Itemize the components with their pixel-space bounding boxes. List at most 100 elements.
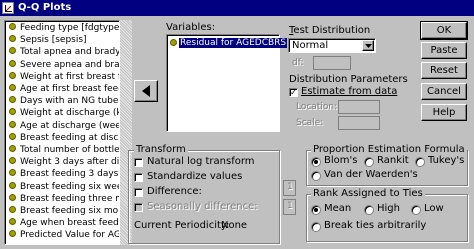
estimate-from-data-label: Estimate from data [301, 86, 398, 97]
source-list-item[interactable]: Age at discharge (wee [9, 120, 120, 132]
scale-variable-icon [9, 96, 16, 104]
source-list-item-label: Sepsis [sepsis] [20, 35, 87, 46]
source-list-item[interactable]: Total apnea and brady [9, 47, 120, 58]
scale-variable-icon [9, 84, 16, 91]
source-list-item-label: Weight at discharge (k [20, 108, 120, 119]
tukeys-radio[interactable] [415, 157, 425, 167]
variables-label: Variables: [166, 22, 216, 33]
seasonal-difference-field[interactable]: 1 [283, 199, 296, 215]
scale-variable-icon [9, 230, 16, 238]
transform-label: Transform [134, 144, 188, 155]
break-ties-radio[interactable] [311, 222, 321, 232]
rankit-radio[interactable] [364, 157, 374, 167]
scale-variable-icon [9, 23, 16, 30]
source-list-item[interactable]: Breast feeding six wee [9, 181, 120, 193]
difference-field[interactable]: 1 [283, 180, 296, 196]
move-variable-button[interactable] [134, 80, 158, 102]
difference-checkbox[interactable] [134, 188, 143, 197]
high-label: High [377, 203, 400, 214]
source-list-item-label: Age at first breast feed [20, 84, 120, 94]
chart-icon [2, 2, 14, 14]
variables-list[interactable]: Residual for AGEDCBRS [166, 34, 288, 132]
distribution-select[interactable]: Normal [288, 38, 376, 53]
source-list-item[interactable]: Total number of bottles [9, 145, 120, 156]
source-list-item-label: Days with an NG tube [ [20, 96, 120, 107]
help-button[interactable]: Help [421, 104, 467, 121]
periodicity-value: None [221, 220, 248, 231]
seasonal-difference-label: Seasonally difference: [147, 201, 258, 212]
reset-button[interactable]: Reset [421, 62, 467, 79]
source-list-item[interactable]: Days with an NG tube [ [9, 96, 120, 107]
rankit-label: Rankit [377, 155, 409, 166]
source-list-item[interactable]: Weight at discharge (k [9, 108, 120, 119]
estimate-from-data-checkbox[interactable]: ✓ [289, 88, 298, 97]
title-bar: Q-Q Plots [0, 0, 474, 16]
natural-log-checkbox[interactable] [134, 158, 143, 167]
source-list-item[interactable]: Weight at first breast fe [9, 71, 120, 83]
scale-label: Scale: [296, 118, 324, 128]
low-label: Low [424, 203, 444, 214]
source-list-item[interactable]: Sepsis [sepsis] [9, 35, 87, 46]
source-list-item[interactable]: Feeding type [fdgtype] [9, 23, 120, 34]
scale-variable-icon [9, 35, 16, 43]
source-list-item-label: Feeding type [fdgtype] [20, 23, 120, 33]
scale-variable-icon [9, 145, 16, 152]
source-list-item-label: Breast feeding six wee [20, 181, 120, 192]
test-distribution-label: Test Distribution [289, 25, 371, 36]
van-der-waerdens-radio[interactable] [311, 171, 321, 181]
source-list-item-label: Total apnea and brady [20, 47, 120, 58]
scale-variable-icon [9, 71, 16, 79]
chevron-down-icon[interactable] [362, 40, 374, 51]
scale-variable-icon [9, 120, 16, 128]
ok-button[interactable]: OK [420, 21, 468, 40]
source-list-item-label: Age at discharge (wee [20, 120, 120, 131]
source-list-item[interactable]: Age at first breast feed [9, 84, 120, 95]
scale-field[interactable] [338, 116, 380, 130]
mean-radio[interactable] [311, 205, 321, 215]
high-radio[interactable] [364, 205, 374, 215]
distribution-select-value: Normal [292, 40, 329, 51]
standardize-checkbox[interactable] [134, 173, 143, 182]
location-label: Location: [296, 102, 338, 112]
bloms-radio[interactable] [311, 157, 321, 167]
scale-variable-icon [9, 181, 16, 189]
source-list-item[interactable]: Breast feeding 3 days [9, 169, 118, 180]
scale-variable-icon [9, 108, 16, 116]
left-arrow-icon [142, 85, 150, 97]
break-ties-label: Break ties arbitrarily [324, 220, 427, 231]
low-radio[interactable] [411, 205, 421, 215]
scale-variable-icon [9, 47, 16, 55]
scale-variable-icon [170, 39, 177, 46]
source-list-item-label: Total number of bottles [20, 145, 120, 155]
source-list-item-label: Breast feeding 3 days [20, 169, 119, 180]
source-list-item[interactable]: Predicted Value for AG [9, 230, 120, 241]
source-list-item-label: Predicted Value for AG [20, 230, 120, 241]
source-list-item-label: Weight at first breast fe [20, 71, 120, 82]
source-list-item-label: Breast feeding at disc [20, 132, 119, 143]
source-list-item[interactable]: Breast feeding three m [9, 193, 120, 205]
variables-list-item[interactable]: Residual for AGEDCBRS [170, 38, 288, 49]
source-list-item[interactable]: Breast feeding at disc [9, 132, 119, 144]
cancel-button[interactable]: Cancel [421, 83, 467, 100]
scale-variable-icon [9, 132, 16, 140]
rank-ties-label: Rank Assigned to Ties [311, 188, 425, 199]
scale-variable-icon [9, 206, 16, 213]
source-list-item-label: Breast feeding six mon [20, 206, 120, 216]
source-list-item[interactable]: Age when breast feedi [9, 218, 120, 229]
location-field[interactable] [338, 100, 380, 114]
source-list-item[interactable]: Severe apnea and brad [9, 59, 119, 71]
van-der-waerdens-label: Van der Waerden's [324, 169, 418, 180]
source-list-item-label: Age when breast feedi [20, 218, 120, 229]
scale-variable-icon [9, 193, 16, 201]
standardize-label: Standardize values [147, 171, 243, 182]
scale-variable-icon [9, 218, 16, 226]
distribution-parameters-label: Distribution Parameters [289, 74, 408, 85]
source-list-item-label: Breast feeding three m [20, 193, 120, 204]
natural-log-label: Natural log transform [147, 156, 255, 167]
seasonal-difference-checkbox[interactable] [134, 203, 143, 212]
source-list-item[interactable]: Weight 3 days after dis [9, 157, 119, 168]
source-variable-list[interactable]: Feeding type [fdgtype] Sepsis [sepsis] Tot… [4, 20, 120, 245]
paste-button[interactable]: Paste [421, 42, 467, 59]
df-field[interactable] [313, 56, 351, 70]
source-list-item[interactable]: Breast feeding six mon [9, 206, 120, 217]
